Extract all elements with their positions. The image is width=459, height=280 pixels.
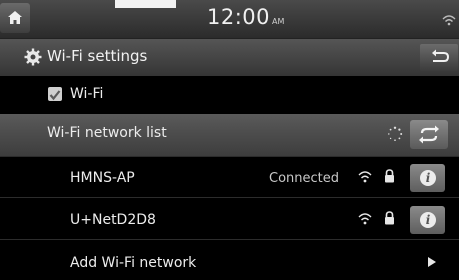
network-info-button[interactable]: i	[410, 206, 445, 234]
lock-icon	[385, 211, 394, 225]
info-icon: i	[420, 170, 436, 186]
info-icon: i	[420, 212, 436, 228]
wifi-icon	[442, 15, 456, 26]
network-status: Connected	[269, 171, 340, 186]
back-button[interactable]	[420, 44, 458, 71]
wifi-toggle-row[interactable]	[0, 76, 459, 117]
clock-time: 12:00	[207, 5, 271, 29]
gear-icon	[24, 48, 42, 66]
wifi-icon	[358, 213, 372, 225]
home-button[interactable]	[0, 3, 30, 33]
loading-spinner-icon	[388, 126, 403, 141]
network-info-button[interactable]: i	[410, 164, 445, 192]
network-list-title: Wi-Fi network list	[47, 125, 167, 141]
top-highlight	[115, 0, 176, 8]
add-network-label: Add Wi-Fi network	[70, 255, 197, 271]
network-ssid: U+NetD2D8	[70, 212, 156, 228]
lock-icon	[385, 169, 394, 183]
refresh-icon	[419, 125, 439, 144]
checkmark-icon	[49, 90, 61, 101]
back-arrow-icon	[432, 49, 450, 62]
chevron-right-icon	[428, 257, 436, 267]
home-icon	[8, 11, 22, 24]
page-title: Wi-Fi settings	[47, 47, 148, 65]
wifi-icon	[358, 171, 372, 183]
add-network-row[interactable]	[0, 243, 459, 280]
network-ssid: HMNS-AP	[70, 170, 135, 186]
refresh-button[interactable]	[410, 120, 448, 149]
wifi-toggle-label: Wi-Fi	[70, 86, 104, 102]
clock-ampm: AM	[272, 17, 285, 26]
wifi-checkbox[interactable]	[48, 87, 62, 101]
